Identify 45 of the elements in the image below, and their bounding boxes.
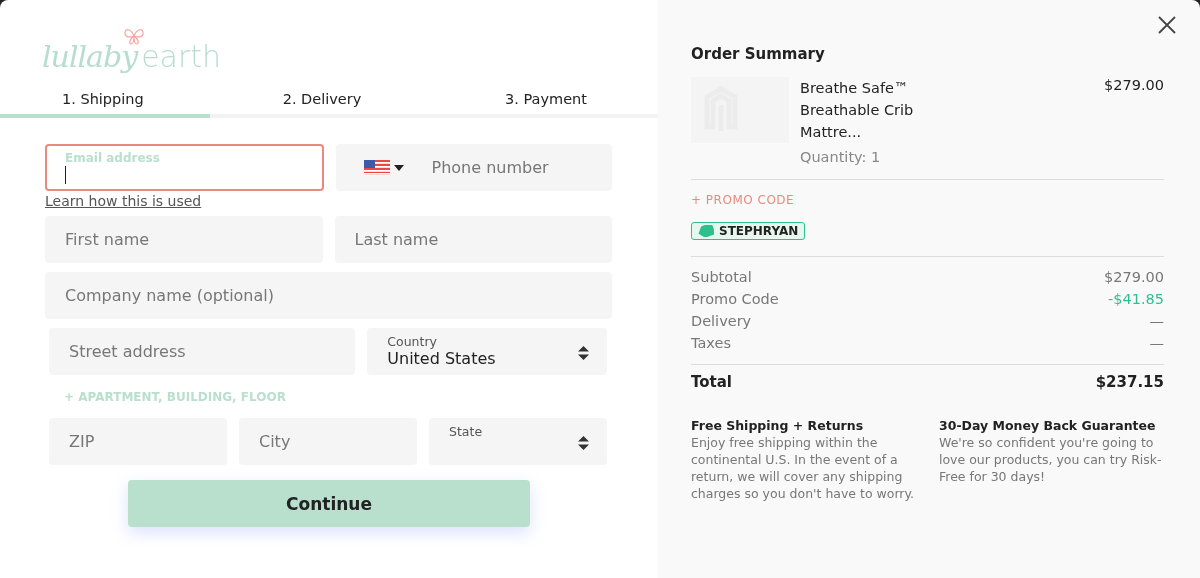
learn-link[interactable]: Learn how this is used [45, 193, 202, 209]
summary-label: Delivery [691, 312, 752, 331]
input-field[interactable]: Street address [49, 328, 356, 375]
flag-icon[interactable] [363, 160, 390, 175]
summary-label: Promo Code [691, 290, 779, 309]
field-label: Country [387, 334, 437, 349]
dropdown-caret-icon[interactable] [393, 164, 404, 171]
sort-arrows-icon [578, 346, 589, 360]
tag-icon [698, 225, 714, 237]
input-field[interactable]: Company name (optional) [45, 272, 612, 319]
select-field[interactable]: State [429, 418, 607, 465]
logo: lullabyearth [42, 26, 658, 74]
summary-value: — [1149, 334, 1164, 353]
close-icon[interactable] [1158, 16, 1176, 34]
summary-value: — [1149, 312, 1164, 331]
summary-title: Order Summary [691, 45, 826, 63]
input-field[interactable]: Last name [334, 216, 612, 263]
field-label: State [449, 424, 483, 439]
promo-code-link[interactable]: + PROMO CODE [691, 193, 1164, 207]
summary-value: $279.00 [1104, 268, 1164, 287]
field-label: Email address [65, 151, 160, 165]
field-placeholder: Phone number [431, 158, 549, 177]
total-label: Total [691, 373, 732, 391]
input-field[interactable]: ZIP [49, 418, 227, 465]
promo-tag-text: STEPHRYAN [719, 224, 799, 238]
product-price: $279.00 [1104, 77, 1164, 95]
field-value: United States [387, 349, 496, 368]
note-text: We're so confident you're going to love our products, you can try Risk-Free for 30 days! [939, 434, 1163, 485]
input-field[interactable]: City [239, 418, 417, 465]
summary-label: Taxes [691, 334, 731, 353]
product-name: Breathe Safe™ Breathable Crib Mattre... [800, 79, 915, 142]
summary-value: -$41.85 [1108, 290, 1164, 309]
product-quantity: Quantity: 1 [800, 149, 882, 165]
summary-label: Subtotal [691, 268, 752, 287]
total-value: $237.15 [1095, 373, 1164, 391]
note-title: 30-Day Money Back Guarantee [939, 418, 1157, 434]
note-title: Free Shipping + Returns [691, 418, 865, 434]
input-field[interactable]: First name [45, 216, 323, 263]
sort-arrows-icon [578, 436, 589, 450]
continue-button[interactable]: Continue [128, 480, 530, 527]
step-tab[interactable]: 1. Shipping [0, 88, 210, 118]
select-field[interactable]: Country United States [367, 328, 607, 375]
note-text: Enjoy free shipping within the continental U.S. In the event of a return, we will cover any shipping charges so you don't have to worry. [691, 434, 915, 502]
phone-field[interactable]: Phone number [335, 144, 612, 191]
step-tab[interactable]: 2. Delivery [210, 88, 434, 118]
